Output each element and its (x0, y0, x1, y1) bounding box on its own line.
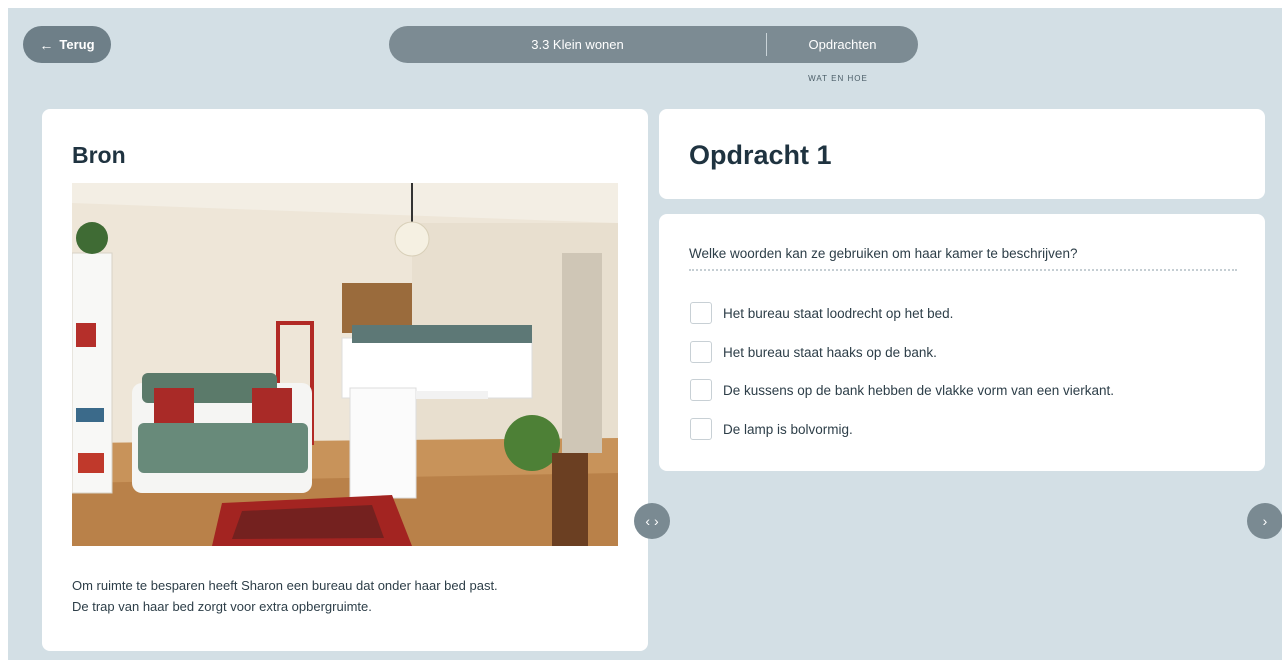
question-card: Welke woorden kan ze gebruiken om haar k… (659, 214, 1265, 471)
option-3[interactable]: De kussens op de bank hebben de vlakke v… (690, 379, 1114, 401)
checkbox[interactable] (690, 379, 712, 401)
option-2[interactable]: Het bureau staat haaks op de bank. (690, 341, 937, 363)
room-photo (72, 183, 618, 546)
option-4[interactable]: De lamp is bolvormig. (690, 418, 853, 440)
back-button-label: Terug (59, 37, 95, 52)
arrow-left-icon: ← (39, 36, 54, 53)
source-heading: Bron (72, 142, 126, 168)
assignment-title-card: Opdracht 1 (659, 109, 1265, 199)
section-sublabel: WAT EN HOE (808, 74, 868, 83)
app-stage: ← Terug 3.3 Klein wonen Opdrachten WAT E… (8, 8, 1282, 660)
source-card: Bron Om ruimte te besparen heeft Sharon … (42, 109, 648, 651)
question-text: Welke woorden kan ze gebruiken om haar k… (689, 246, 1078, 261)
resize-split-button[interactable]: ‹ › (634, 503, 670, 539)
checkbox[interactable] (690, 418, 712, 440)
caption-line-1: Om ruimte te besparen heeft Sharon een b… (72, 578, 498, 593)
option-label: De kussens op de bank hebben de vlakke v… (723, 382, 1114, 398)
assignment-title: Opdracht 1 (689, 140, 832, 170)
checkbox[interactable] (690, 302, 712, 324)
tab-opdrachten[interactable]: Opdrachten (767, 26, 918, 63)
next-button[interactable]: › (1247, 503, 1282, 539)
dotted-divider (689, 269, 1237, 271)
option-label: De lamp is bolvormig. (723, 421, 853, 437)
option-label: Het bureau staat loodrecht op het bed. (723, 305, 954, 321)
source-caption: Om ruimte te besparen heeft Sharon een b… (72, 575, 618, 617)
room-illustration (72, 183, 618, 546)
chevron-left-right-icon: ‹ › (645, 513, 659, 529)
lesson-nav-bar: 3.3 Klein wonen Opdrachten (389, 26, 918, 63)
chevron-right-icon: › (1262, 513, 1268, 529)
option-label: Het bureau staat haaks op de bank. (723, 344, 937, 360)
back-button[interactable]: ← Terug (23, 26, 111, 63)
caption-line-2: De trap van haar bed zorgt voor extra op… (72, 599, 372, 614)
lesson-title[interactable]: 3.3 Klein wonen (389, 26, 766, 63)
option-1[interactable]: Het bureau staat loodrecht op het bed. (690, 302, 953, 324)
checkbox[interactable] (690, 341, 712, 363)
